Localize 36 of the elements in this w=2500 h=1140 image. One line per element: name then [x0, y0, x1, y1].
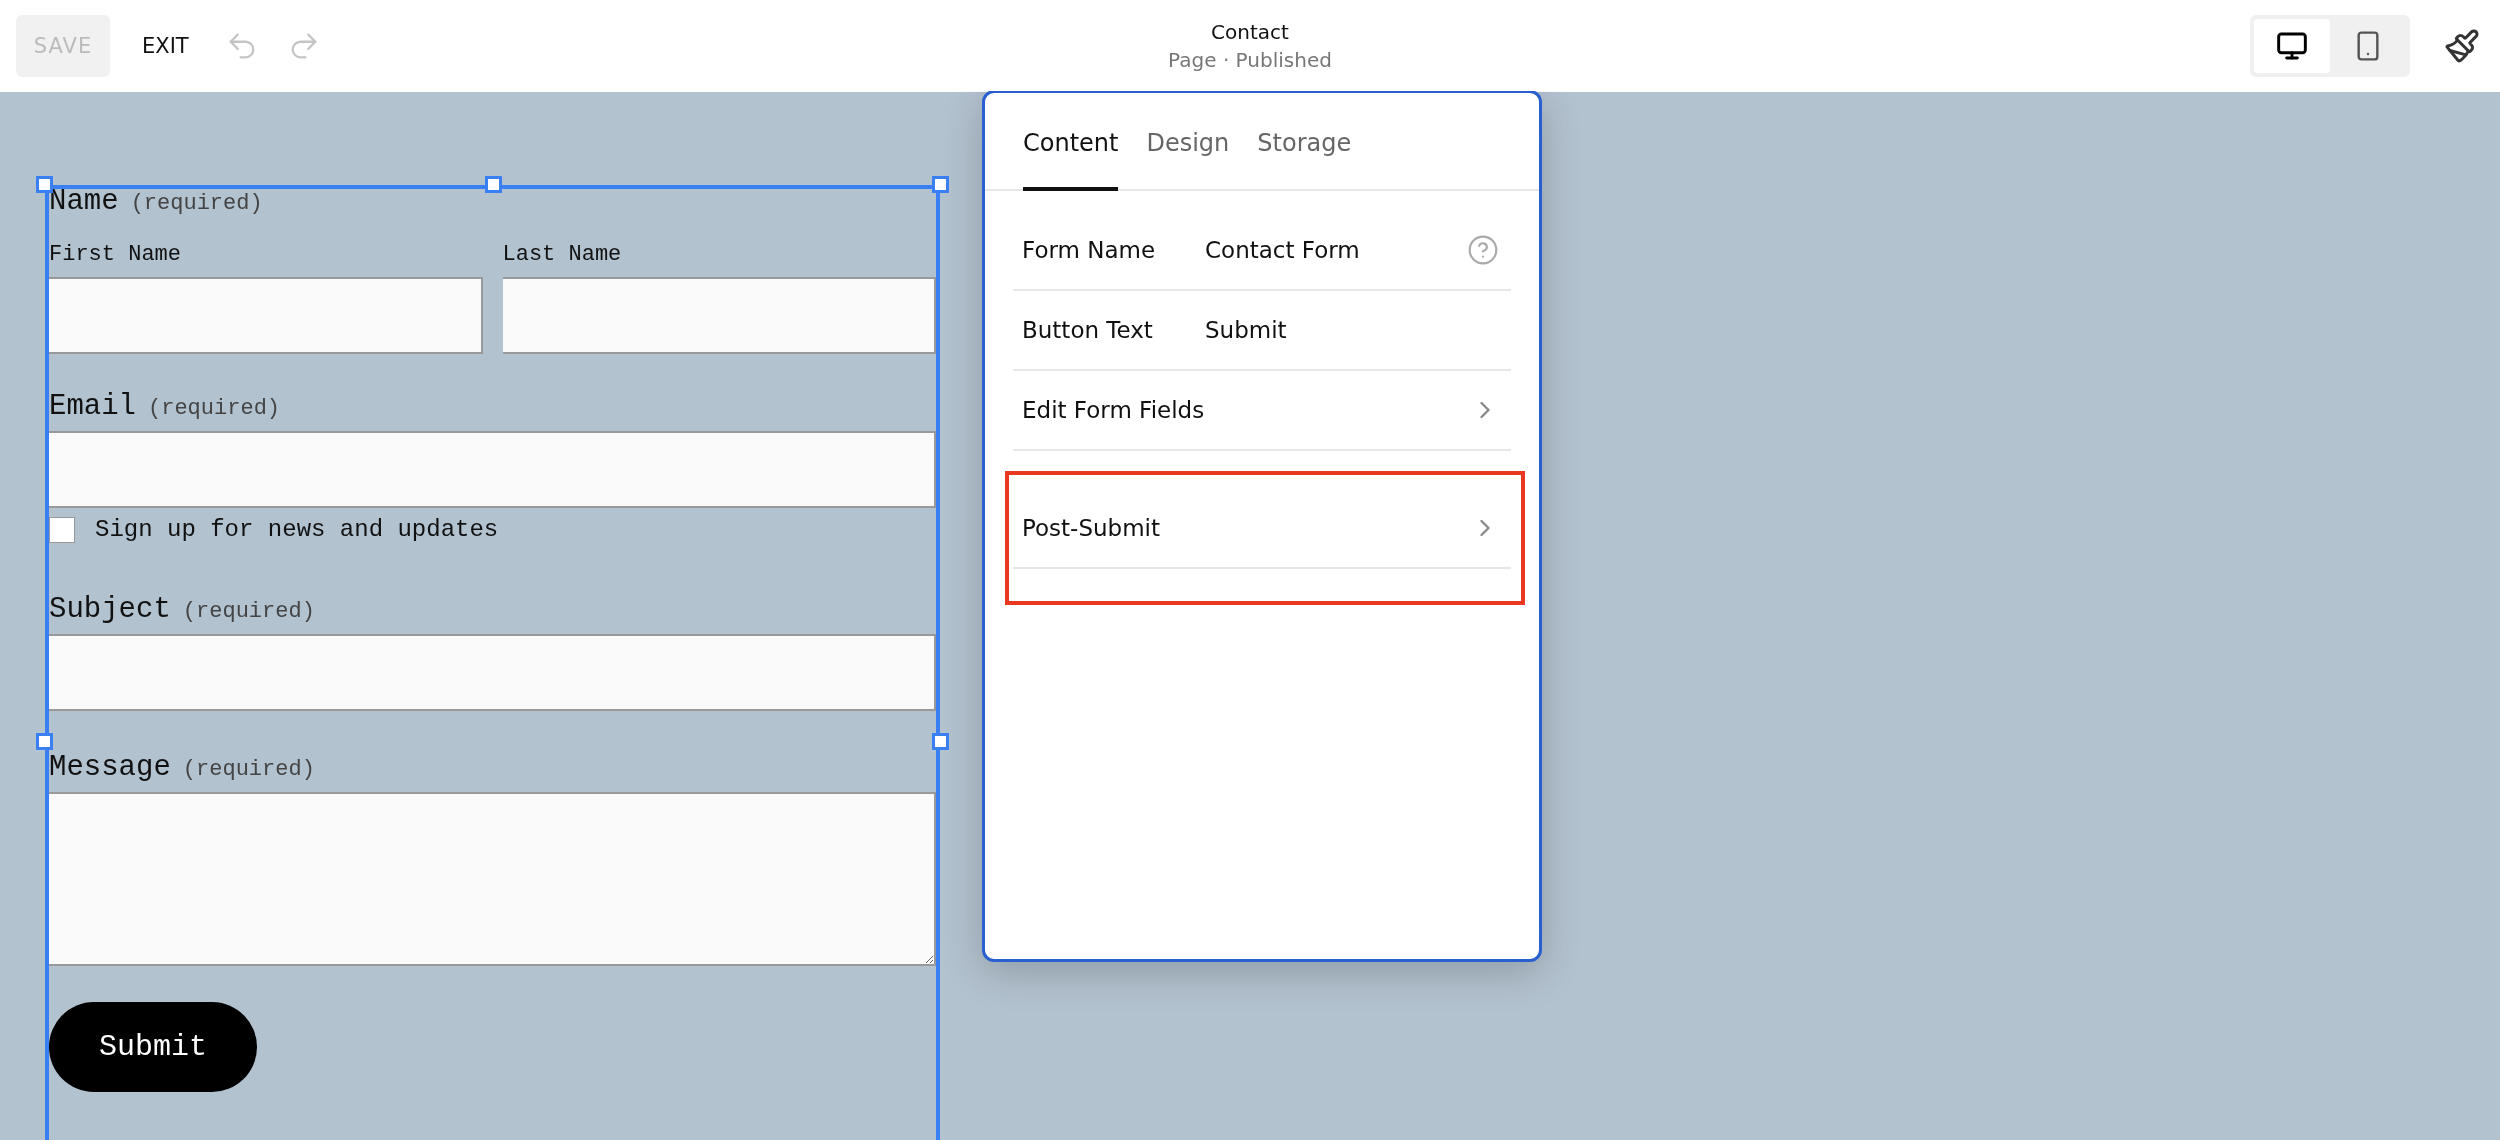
- resize-handle[interactable]: [484, 176, 502, 193]
- required-note: (required): [182, 757, 315, 782]
- settings-row[interactable]: Post-Submit: [1013, 489, 1511, 569]
- page-title: Contact: [1211, 20, 1289, 44]
- settings-row[interactable]: Button Text Submit: [1013, 291, 1511, 371]
- resize-handle[interactable]: [36, 176, 53, 193]
- required-note: (required): [130, 191, 263, 216]
- settings-row[interactable]: Form Name Contact Form: [1013, 211, 1511, 291]
- submit-button[interactable]: Submit: [49, 1002, 257, 1092]
- required-note: (required): [148, 396, 281, 421]
- monitor-icon: [2276, 30, 2308, 62]
- checkbox-label: Sign up for news and updates: [95, 516, 499, 543]
- text-input[interactable]: [502, 277, 936, 354]
- exit-button[interactable]: EXIT: [130, 26, 201, 66]
- message-textarea[interactable]: [49, 792, 936, 966]
- panel-tab[interactable]: Design: [1146, 129, 1230, 191]
- resize-handle[interactable]: [932, 176, 949, 193]
- panel-tab[interactable]: Content: [1023, 129, 1119, 191]
- field-sublabel: First Name: [49, 242, 183, 267]
- field-label: Email: [49, 390, 136, 423]
- field-sublabel: Last Name: [502, 242, 623, 267]
- settings-row[interactable]: Edit Form Fields: [1013, 371, 1511, 451]
- help-icon[interactable]: [1467, 234, 1499, 266]
- field-label: Message: [49, 751, 171, 784]
- resize-handle[interactable]: [932, 733, 949, 750]
- checkbox[interactable]: [49, 516, 75, 543]
- panel-tab[interactable]: Storage: [1257, 129, 1352, 191]
- desktop-view-button[interactable]: [2254, 19, 2330, 73]
- required-note: (required): [182, 599, 315, 624]
- text-input[interactable]: [49, 277, 483, 354]
- text-input[interactable]: [49, 431, 936, 508]
- resize-handle[interactable]: [36, 733, 53, 750]
- field-label: Subject: [49, 593, 171, 626]
- page-status: Page · Published: [1168, 48, 1332, 72]
- field-label: Name: [49, 185, 119, 218]
- text-input[interactable]: [49, 634, 936, 711]
